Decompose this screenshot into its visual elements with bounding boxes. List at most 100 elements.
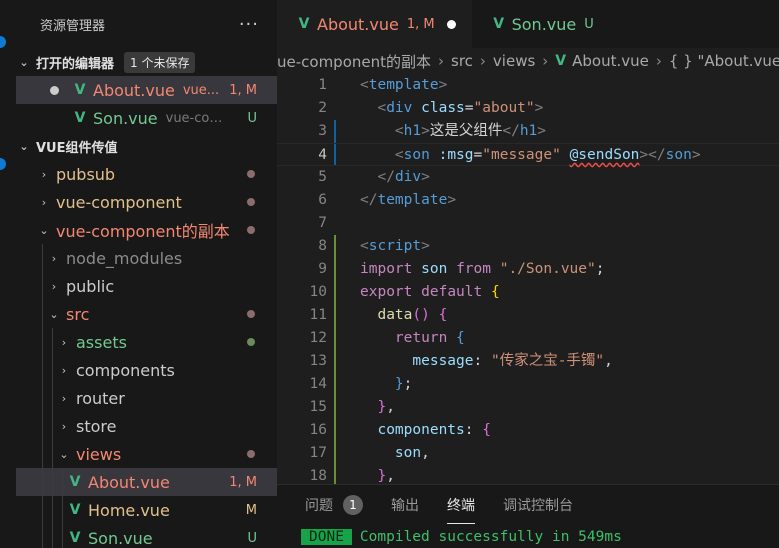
line-number: 1 — [318, 77, 327, 93]
chevron-right-icon: › — [438, 52, 445, 70]
code-line-current: 4 <son :msg="message" @sendSon></son> — [277, 143, 779, 166]
line-number: 7 — [318, 215, 327, 231]
open-editors-section[interactable]: ⌄ 打开的编辑器 1 个未保存 — [16, 48, 277, 76]
indent-guide — [52, 440, 53, 468]
tab-label: 终端 — [447, 498, 475, 514]
indent-guide — [52, 328, 53, 356]
indent-guide — [42, 496, 43, 524]
tree-item-son-vue[interactable]: V Son.vue U — [16, 524, 277, 548]
done-badge: DONE — [301, 529, 352, 545]
problems-count-badge: 1 — [343, 495, 363, 515]
unsaved-dot-icon[interactable] — [50, 85, 59, 95]
code-line: 18 }, — [277, 465, 779, 484]
tree-item-home-vue[interactable]: V Home.vue M — [16, 496, 277, 524]
indent-guide — [42, 412, 43, 440]
indent-guide — [42, 440, 43, 468]
explorer-badge-icon[interactable] — [0, 36, 6, 48]
tree-item-components[interactable]: › components — [16, 356, 277, 384]
tab-output[interactable]: 输出 — [391, 495, 419, 515]
more-actions-icon[interactable]: ··· — [239, 14, 259, 35]
tab-label: 调试控制台 — [503, 498, 573, 514]
line-number: 9 — [318, 261, 327, 277]
chevron-right-icon: › — [61, 363, 67, 377]
tab-about-vue[interactable]: V About.vue 1, M — [277, 0, 472, 48]
modified-dot-icon — [247, 170, 255, 178]
indent-guide — [52, 524, 53, 548]
tree-item-router[interactable]: › router — [16, 384, 277, 412]
tab-status: 1, M — [406, 16, 435, 32]
chevron-down-icon: ⌄ — [19, 55, 29, 69]
chevron-right-icon: › — [41, 167, 47, 181]
indent-guide — [52, 496, 53, 524]
workspace-label: VUE组件传值 — [36, 140, 118, 156]
chevron-right-icon: › — [51, 251, 57, 265]
indent-guide — [42, 468, 43, 496]
tree-item-assets[interactable]: › assets — [16, 328, 277, 356]
vue-file-icon: V — [69, 474, 81, 490]
code-line: 14 }; — [277, 373, 779, 396]
indent-guide — [52, 356, 53, 384]
tab-status: U — [584, 16, 594, 32]
breadcrumb-item[interactable]: src — [451, 52, 473, 70]
tab-debug-console[interactable]: 调试控制台 — [503, 495, 573, 515]
line-number: 13 — [309, 353, 327, 369]
activity-bar — [0, 0, 16, 548]
code-line: 1 <template> — [277, 74, 779, 97]
tree-item-views[interactable]: ⌄ views — [16, 440, 277, 468]
code-editor[interactable]: 1 <template> 2 <div class="about"> 3 <h1>… — [277, 74, 779, 484]
code-line: 13 message: "传家之宝-手镯", — [277, 350, 779, 373]
tree-item-label: Home.vue — [88, 500, 170, 520]
tree-item-vue-component-copy[interactable]: ⌄ vue-component的副本 — [16, 216, 277, 244]
chevron-right-icon: › — [479, 52, 486, 70]
error-dot-icon — [247, 310, 255, 318]
open-editor-name: About.vue — [93, 80, 175, 100]
code-line: 7 — [277, 212, 779, 235]
tab-son-vue[interactable]: V Son.vue U — [472, 0, 610, 48]
error-dot-icon — [247, 450, 255, 458]
line-number: 10 — [309, 284, 327, 300]
file-status: 1, M — [229, 82, 257, 98]
vue-file-icon: V — [69, 502, 81, 518]
tree-item-label: pubsub — [56, 164, 116, 184]
workspace-section[interactable]: ⌄ VUE组件传值 — [16, 132, 277, 160]
vue-file-icon: V — [555, 53, 567, 69]
line-number: 15 — [309, 399, 327, 415]
chevron-right-icon: › — [41, 195, 47, 209]
breadcrumb-item[interactable]: { } "About.vue" — [669, 52, 779, 70]
open-editor-desc: vue... — [182, 82, 220, 98]
vue-file-icon: V — [74, 82, 86, 98]
tree-item-about-vue[interactable]: V About.vue 1, M — [16, 468, 277, 496]
indent-guide — [42, 328, 43, 356]
line-number: 8 — [318, 238, 327, 254]
open-editor-desc: vue-com... — [165, 110, 226, 126]
tree-item-pubsub[interactable]: › pubsub — [16, 160, 277, 188]
tree-item-node-modules[interactable]: › node_modules — [16, 244, 277, 272]
tree-item-public[interactable]: › public — [16, 272, 277, 300]
chevron-right-icon: › — [655, 52, 662, 70]
tree-item-vue-component[interactable]: › vue-component — [16, 188, 277, 216]
tree-item-src[interactable]: ⌄ src — [16, 300, 277, 328]
open-editors-label: 打开的编辑器 — [36, 56, 115, 72]
tab-problems[interactable]: 问题 1 — [305, 495, 363, 515]
breadcrumb-item[interactable]: About.vue — [572, 52, 649, 70]
tree-item-label: router — [76, 388, 125, 408]
tree-item-label: About.vue — [88, 472, 170, 492]
tree-item-store[interactable]: › store — [16, 412, 277, 440]
terminal-output[interactable]: DONE Compiled successfully in 549ms — [301, 529, 622, 545]
open-editor-name: Son.vue — [93, 108, 158, 128]
code-line: 2 <div class="about"> — [277, 97, 779, 120]
unsaved-dot-icon[interactable] — [446, 19, 456, 29]
open-editor-about[interactable]: V About.vue vue... 1, M — [16, 76, 277, 104]
tree-item-label: Son.vue — [88, 528, 153, 548]
vue-file-icon: V — [298, 16, 310, 32]
line-number: 2 — [318, 100, 327, 116]
code-line: 6 </template> — [277, 189, 779, 212]
vue-file-icon: V — [69, 530, 81, 546]
breadcrumb-item[interactable]: ue-component的副本 — [277, 51, 431, 72]
breadcrumb-item[interactable]: views — [493, 52, 535, 70]
tab-terminal[interactable]: 终端 — [447, 495, 475, 524]
source-control-badge-icon[interactable] — [0, 158, 6, 170]
line-number: 18 — [309, 468, 327, 484]
code-line: 10 export default { — [277, 281, 779, 304]
open-editor-son[interactable]: V Son.vue vue-com... U — [16, 104, 277, 132]
